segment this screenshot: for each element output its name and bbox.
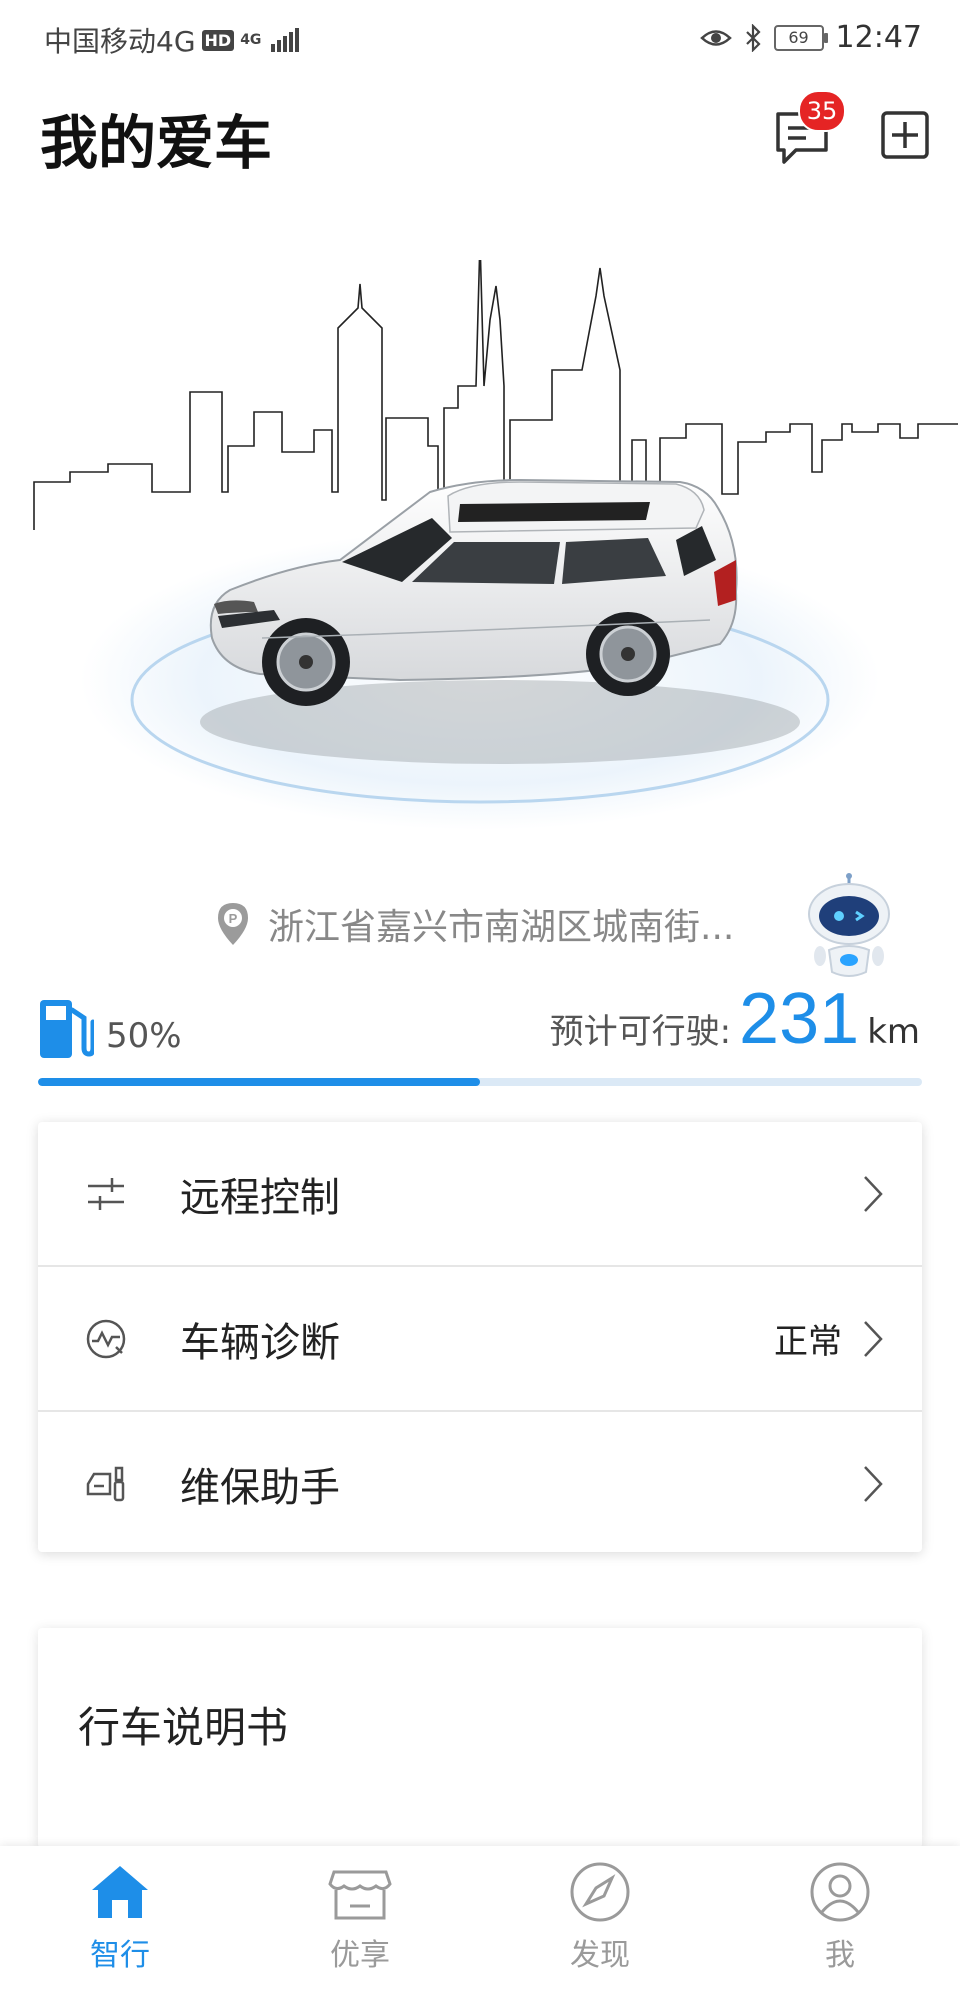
svg-text:P: P [229,911,238,926]
tab-label: 发现 [570,1938,630,1973]
robot-assistant-icon[interactable] [804,872,894,982]
range-label: 预计可行驶: [549,1012,732,1052]
menu-item-status: 正常 [774,1322,842,1362]
car [209,478,738,706]
signal-icon [271,28,300,52]
network-label: 4G [240,32,262,48]
tab-smart-drive[interactable]: 智行 [50,1860,190,1988]
bluetooth-icon [745,23,761,52]
status-right: 69 12:47 [699,20,922,55]
fuel-pump-icon [40,1000,94,1058]
menu-item-maintenance[interactable]: 维保助手 [38,1412,922,1555]
range-value: 231 [739,979,860,1059]
status-bar: 中国移动4G HD 4G 69 12:47 [0,0,960,76]
menu-item-label: 车辆诊断 [180,1319,340,1366]
car-hero-image[interactable] [0,260,960,860]
bottom-tab-bar: 智行 优享 发现 我 [0,1846,960,1994]
battery-icon: 69 [773,24,828,51]
header: 我的爱车 35 [0,90,960,180]
clock: 12:47 [835,20,922,55]
chevron-right-icon [864,1465,883,1502]
menu-item-remote-control[interactable]: 远程控制 [38,1122,922,1267]
fuel-progress-fill [38,1078,480,1086]
tab-discover[interactable]: 发现 [530,1860,670,1988]
eye-icon [699,29,732,46]
vehicle-menu-card: 远程控制 车辆诊断 正常 维保助手 [38,1122,922,1552]
location-text: 浙江省嘉兴市南湖区城南街... [268,907,735,948]
chevron-right-icon [864,1320,883,1357]
car-wrench-icon [86,1466,125,1501]
status-left: 中国移动4G HD 4G [44,20,300,60]
carrier-label: 中国移动4G [44,25,196,58]
fuel-indicator: 50% [38,996,182,1060]
page-title: 我的爱车 [40,109,273,177]
add-icon[interactable] [880,110,930,160]
tab-label: 智行 [90,1938,150,1973]
tab-enjoy[interactable]: 优享 [290,1860,430,1988]
menu-item-label: 维保助手 [180,1464,340,1511]
tab-label: 优享 [330,1938,390,1973]
gauge-icon [86,1319,126,1358]
sliders-icon [88,1177,124,1210]
tab-label: 我 [825,1938,855,1973]
user-icon [810,1862,870,1922]
chevron-right-icon [864,1175,883,1212]
range-display: 预计可行驶: 231 km [550,978,920,1060]
menu-item-diagnosis[interactable]: 车辆诊断 正常 [38,1267,922,1412]
hd-badge: HD [201,29,235,51]
parking-pin-icon: P [218,903,248,945]
message-badge: 35 [798,90,846,132]
compass-icon [570,1862,630,1922]
home-icon [92,1866,148,1918]
manual-title: 行车说明书 [78,1703,289,1752]
tab-me[interactable]: 我 [770,1860,910,1988]
store-icon [328,1870,392,1920]
fuel-percent: 50% [106,1016,182,1056]
range-unit: km [867,1012,920,1052]
menu-item-label: 远程控制 [180,1174,340,1221]
driving-manual-card[interactable]: 行车说明书 [38,1628,922,1848]
location-row[interactable]: P 浙江省嘉兴市南湖区城南街... [216,898,734,950]
fuel-progress-bar [38,1078,922,1086]
